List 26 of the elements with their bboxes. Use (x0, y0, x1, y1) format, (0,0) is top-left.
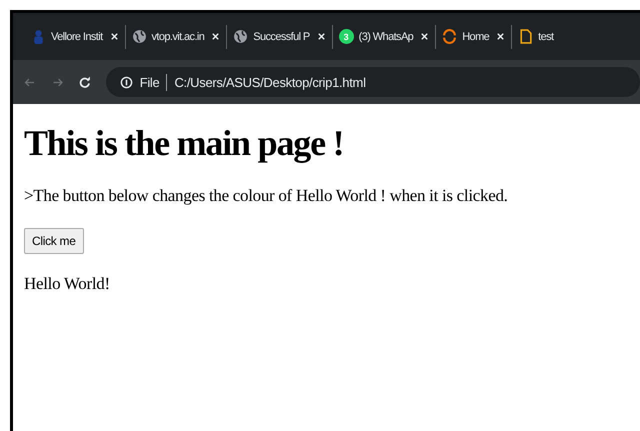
hello-text: Hello World! (24, 274, 111, 294)
page-paragraph: >The button below changes the colour of Hello World ! when it is clicked. (24, 186, 509, 206)
document-icon (518, 29, 534, 44)
ring-icon (442, 29, 458, 44)
page-heading: This is the main page ! (24, 122, 344, 164)
globe-icon (132, 29, 147, 44)
browser-tab[interactable]: vtop.vit.ac.in (126, 24, 228, 48)
url-text: C:/Users/ASUS/Desktop/crip1.html (174, 74, 366, 90)
close-icon[interactable] (316, 32, 326, 41)
globe-icon (233, 29, 248, 44)
info-icon (120, 76, 133, 88)
close-icon[interactable] (496, 32, 506, 41)
close-icon[interactable] (420, 32, 430, 41)
close-icon[interactable] (211, 32, 220, 41)
click-me-button[interactable]: Click me (24, 228, 84, 254)
browser-tab[interactable]: 3 (3) WhatsAp (332, 24, 436, 48)
browser-tab[interactable]: Home (436, 24, 512, 48)
browser-tab[interactable]: Vellore Instit (25, 24, 126, 48)
scheme-label: File (140, 74, 160, 90)
chat-badge-icon: 3 (338, 29, 354, 44)
figure-icon (31, 29, 46, 44)
address-bar[interactable]: File C:/Users/ASUS/Desktop/crip1.html (106, 67, 640, 97)
browser-tab[interactable]: Successful P (227, 24, 333, 48)
browser-tab[interactable]: test (512, 24, 560, 48)
reload-icon[interactable] (78, 74, 92, 90)
close-icon[interactable] (110, 32, 119, 41)
